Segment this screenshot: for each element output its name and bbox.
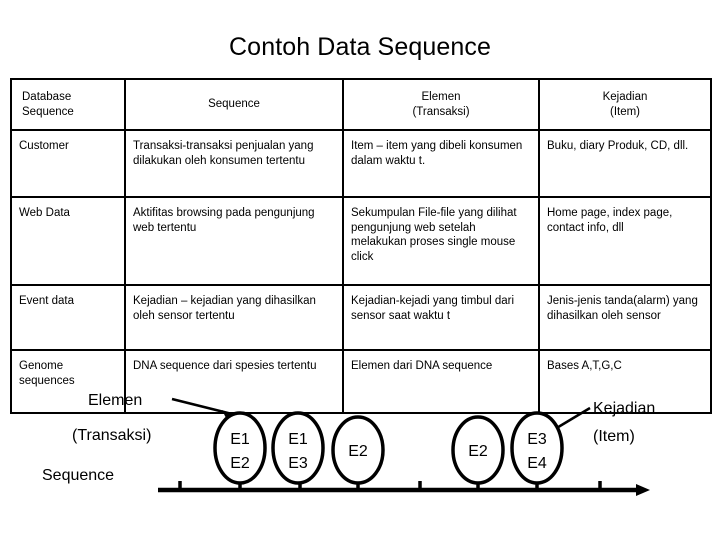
table-row: Event data Kejadian – kejadian yang diha…	[10, 284, 712, 351]
event-label: E1	[288, 431, 308, 448]
cell-kejadian: Buku, diary Produk, CD, dll.	[538, 129, 712, 198]
data-sequence-table: Database Sequence Sequence Elemen (Trans…	[10, 78, 712, 414]
cell-database-sequence: Customer	[10, 129, 126, 198]
cell-elemen: Sekumpulan File-file yang dilihat pengun…	[342, 196, 540, 286]
column-header-elemen: Elemen (Transaksi)	[342, 78, 540, 131]
cell-database-sequence: Web Data	[10, 196, 126, 286]
timeline-axis	[158, 481, 650, 496]
cell-elemen: Item – item yang dibeli konsumen dalam w…	[342, 129, 540, 198]
table-row: Web Data Aktifitas browsing pada pengunj…	[10, 196, 712, 286]
page-title: Contoh Data Sequence	[229, 33, 491, 61]
sequence-timeline-diagram: E1 E2 E1 E3 E2 E2 E3 E4 Elemen (Transaks…	[0, 390, 720, 540]
diagram-label-elemen: Elemen	[88, 392, 143, 409]
cell-kejadian: Jenis-jenis tanda(alarm) yang dihasilkan…	[538, 284, 712, 351]
diagram-label-sequence: Sequence	[42, 467, 115, 484]
column-header-database-sequence-line1: Database	[22, 91, 72, 103]
event-label: E2	[230, 455, 250, 472]
cell-sequence: Kejadian – kejadian yang dihasilkan oleh…	[124, 284, 344, 351]
event-label: E3	[527, 431, 547, 448]
column-header-kejadian-line1: Kejadian	[602, 91, 648, 103]
cell-kejadian: Home page, index page, contact info, dll	[538, 196, 712, 286]
elemen-leader-arrow	[171, 397, 236, 418]
cell-sequence: Transaksi-transaksi penjualan yang dilak…	[124, 129, 344, 198]
event-label: E1	[230, 431, 250, 448]
column-header-elemen-line2: (Transaksi)	[412, 105, 470, 118]
column-header-elemen-line1: Elemen	[421, 91, 461, 103]
event-ellipse-e2-b: E2	[451, 415, 505, 485]
event-label: E4	[527, 455, 547, 472]
diagram-label-kejadian: Kejadian	[593, 400, 656, 417]
event-ellipse-e1e3: E1 E3	[271, 411, 325, 485]
event-ellipse-e3e4: E3 E4	[510, 411, 564, 485]
diagram-label-item: (Item)	[593, 428, 635, 445]
cell-database-sequence: Event data	[10, 284, 126, 351]
column-header-kejadian-line2: (Item)	[609, 105, 641, 118]
column-header-sequence-line1: Sequence	[208, 98, 260, 111]
slide-canvas: Contoh Data Sequence Database Sequence S…	[0, 0, 720, 540]
column-header-database-sequence-line2: Sequence	[22, 105, 74, 118]
cell-sequence: Aktifitas browsing pada pengunjung web t…	[124, 196, 344, 286]
event-ellipse-e2-a: E2	[331, 415, 385, 485]
column-header-kejadian: Kejadian (Item)	[538, 78, 712, 131]
cell-elemen: Kejadian-kejadi yang timbul dari sensor …	[342, 284, 540, 351]
table-row: Customer Transaksi-transaksi penjualan y…	[10, 129, 712, 198]
column-header-sequence: Sequence	[124, 78, 344, 131]
event-label: E2	[348, 443, 368, 460]
event-label: E2	[468, 443, 488, 460]
event-label: E3	[288, 455, 308, 472]
event-ellipse-e1e2: E1 E2	[213, 411, 267, 485]
table-header-row: Database Sequence Sequence Elemen (Trans…	[10, 78, 712, 131]
diagram-label-transaksi: (Transaksi)	[72, 427, 152, 444]
column-header-database-sequence: Database Sequence	[10, 78, 126, 131]
